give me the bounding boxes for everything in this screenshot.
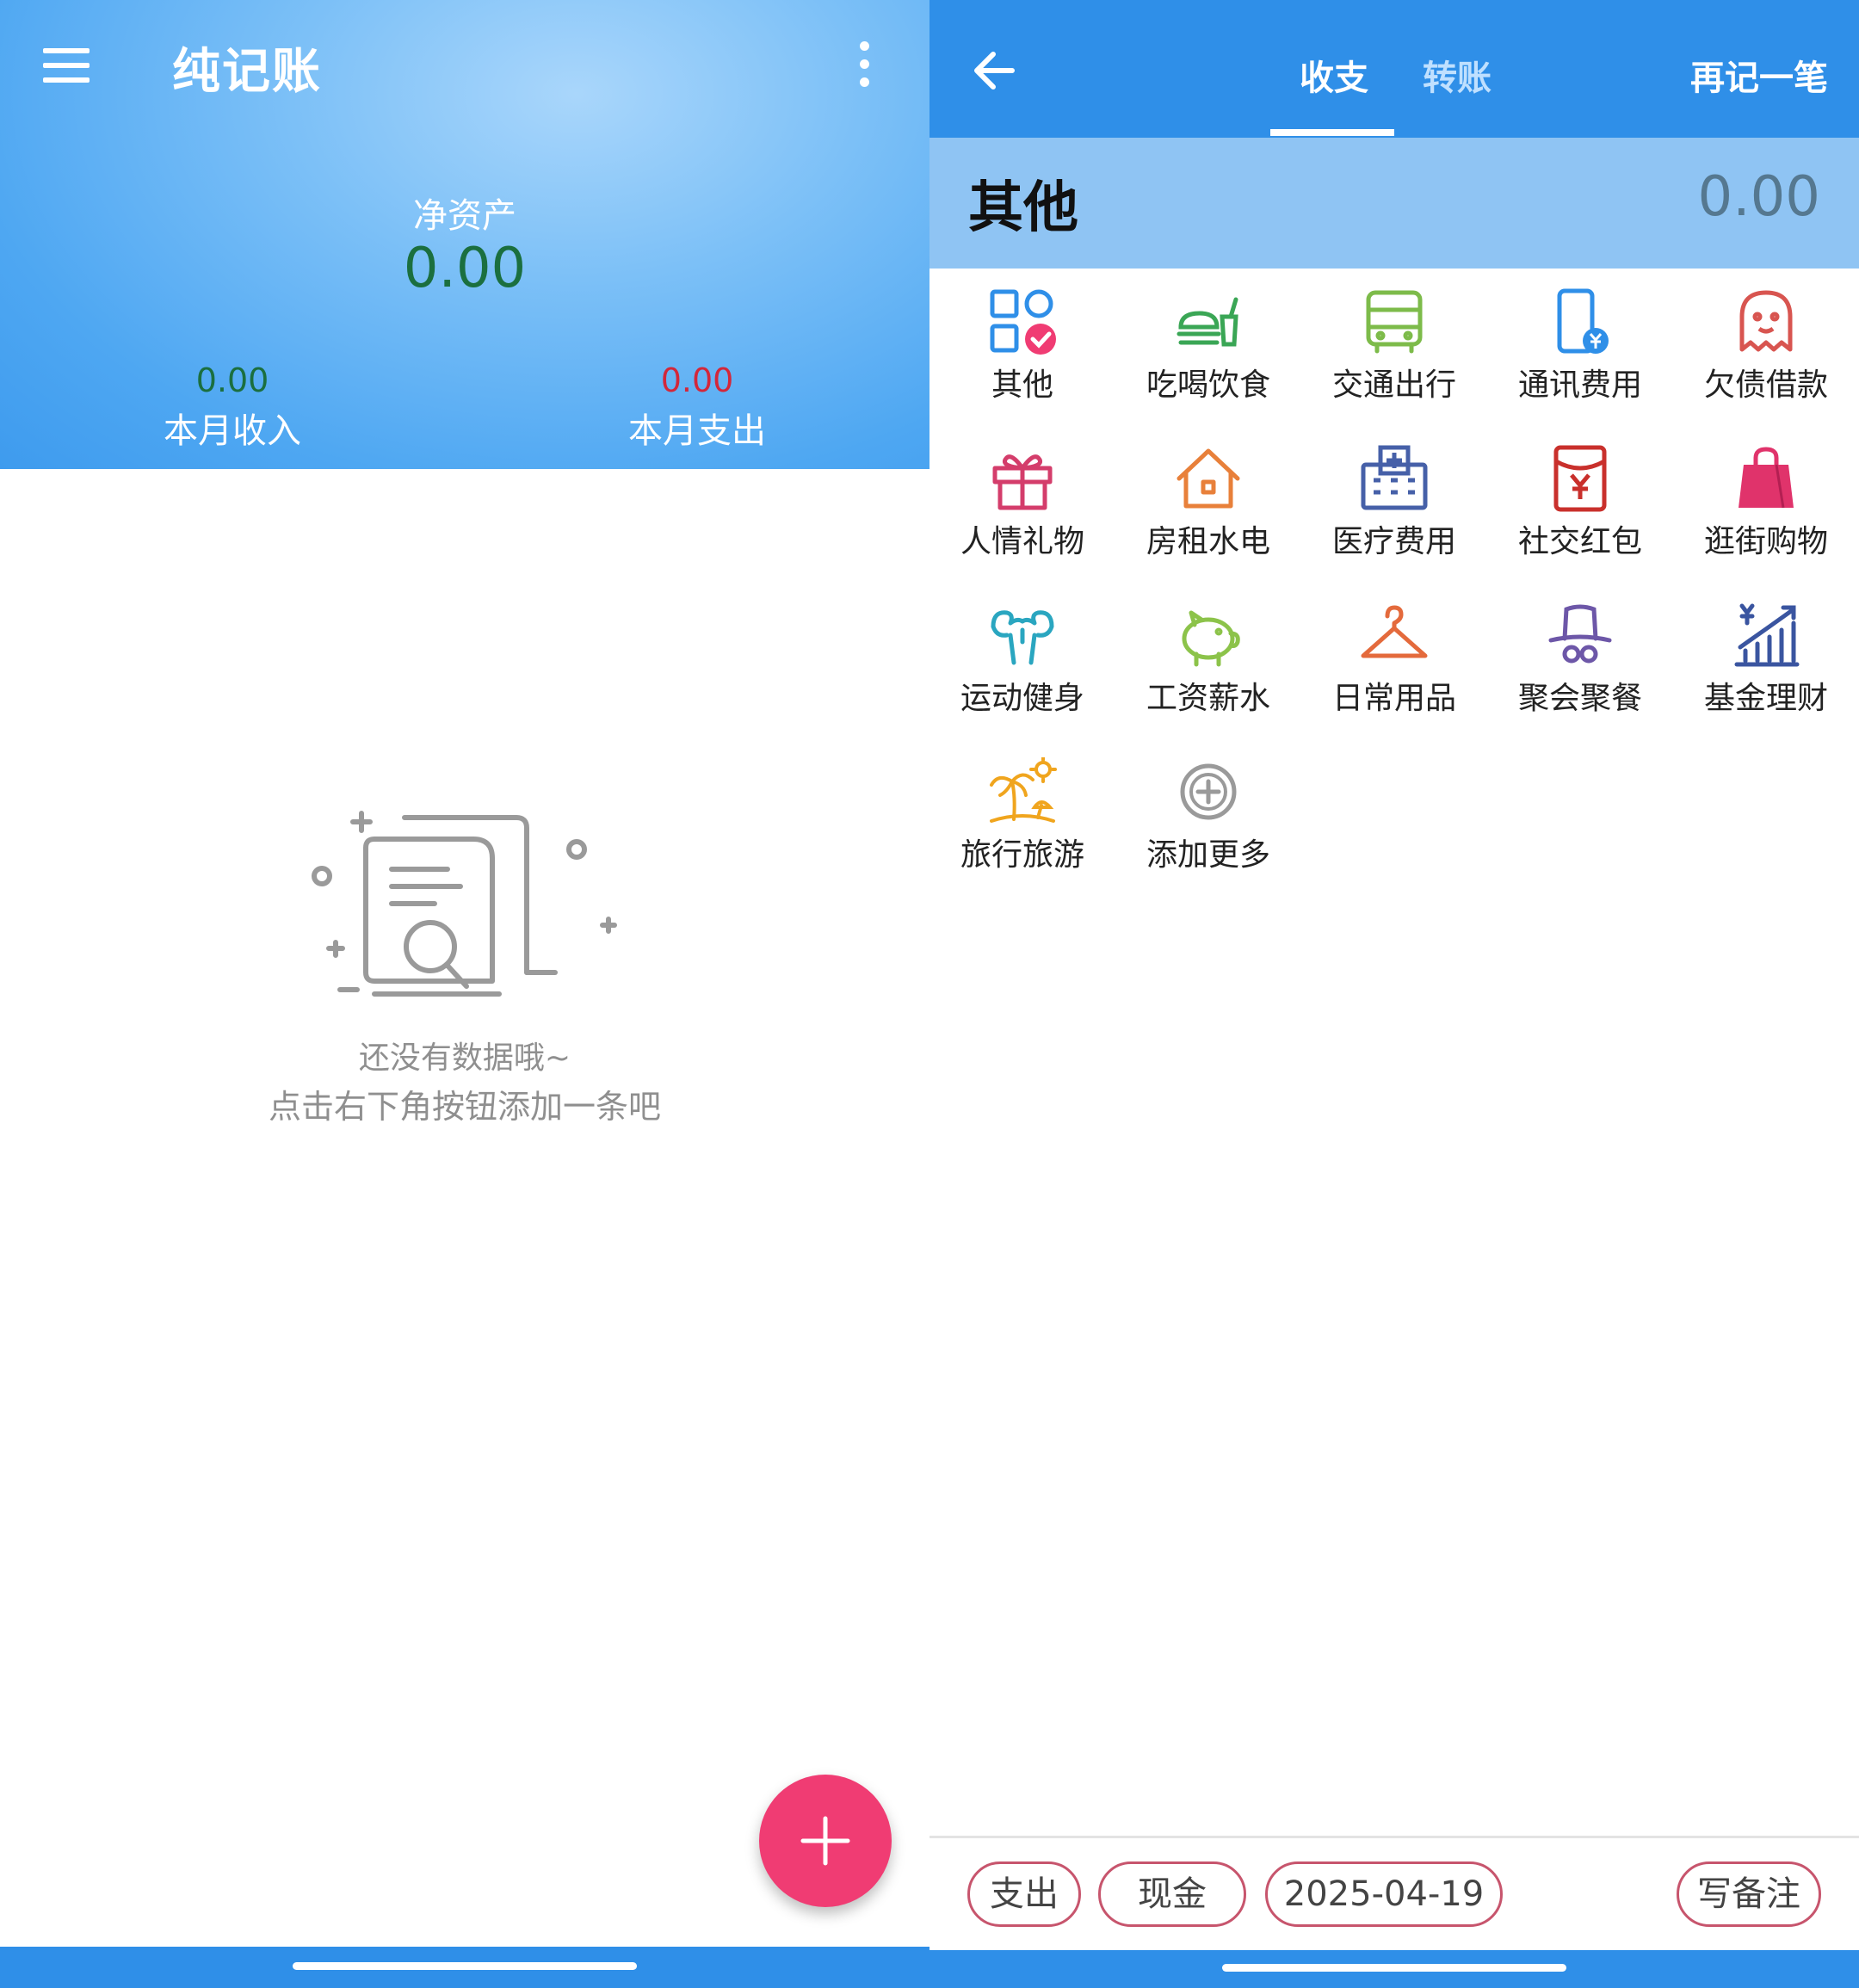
tab-income-expense[interactable]: 收支	[1300, 50, 1368, 100]
month-expense-value: 0.00	[660, 361, 734, 399]
category-item-food[interactable]: 吃喝饮食	[1115, 277, 1301, 406]
category-label: 欠债借款	[1703, 367, 1828, 403]
empty-message-hint: 点击右下角按钮添加一条吧	[268, 1088, 661, 1126]
home-indicator[interactable]	[1222, 1964, 1566, 1972]
category-label: 日常用品	[1331, 681, 1456, 716]
empty-message-title: 还没有数据哦~	[358, 1040, 571, 1076]
category-label: 基金理财	[1703, 681, 1828, 716]
selected-category-bar: 其他 0.00	[930, 138, 1859, 269]
bus-icon	[1366, 290, 1423, 354]
tab-transfer[interactable]: 转账	[1423, 50, 1492, 100]
plus-icon	[800, 1816, 850, 1866]
type-chip[interactable]: 支出	[967, 1861, 1081, 1927]
category-item-other[interactable]: 其他	[930, 277, 1115, 406]
category-item-gift[interactable]: 人情礼物	[930, 434, 1115, 563]
category-label: 运动健身	[960, 681, 1084, 716]
date-chip[interactable]: 2025-04-19	[1265, 1861, 1503, 1927]
toolbar: 纯记账	[0, 0, 930, 129]
category-label: 通讯费用	[1517, 367, 1642, 403]
category-label: 聚会聚餐	[1517, 681, 1642, 716]
category-item-debt[interactable]: 欠债借款	[1673, 277, 1859, 406]
home-indicator[interactable]	[293, 1962, 637, 1970]
category-item-red-envelope[interactable]: 社交红包	[1487, 434, 1673, 563]
category-item-transport[interactable]: 交通出行	[1301, 277, 1487, 406]
category-item-travel[interactable]: 旅行旅游	[930, 747, 1115, 876]
net-assets-value: 0.00	[403, 237, 527, 300]
record-another-button[interactable]: 再记一笔	[1690, 50, 1828, 100]
arrow-left-icon[interactable]	[971, 47, 1017, 94]
palm-beach-icon	[990, 757, 1057, 823]
hospital-icon	[1361, 445, 1428, 510]
category-label: 旅行旅游	[960, 837, 1084, 873]
month-income-value: 0.00	[195, 361, 269, 399]
category-item-add-more[interactable]: 添加更多	[1115, 747, 1301, 876]
active-tab-indicator	[1270, 129, 1394, 136]
muscle-icon	[991, 610, 1054, 665]
divider	[930, 1836, 1859, 1838]
category-label: 房租水电	[1146, 524, 1270, 559]
other-grid-check-icon	[990, 289, 1056, 355]
category-item-party[interactable]: 聚会聚餐	[1487, 590, 1673, 719]
category-label: 吃喝饮食	[1146, 367, 1270, 403]
category-label: 工资薪水	[1146, 681, 1270, 716]
category-label: 社交红包	[1517, 524, 1642, 559]
toolbar: 收支 转账 再记一笔	[930, 0, 1859, 138]
red-envelope-icon	[1553, 445, 1607, 512]
phone-yen-icon	[1557, 288, 1609, 354]
category-label: 人情礼物	[960, 524, 1084, 559]
hanger-icon	[1361, 605, 1428, 658]
empty-document-search-icon	[312, 811, 617, 997]
piggy-bank-icon	[1182, 610, 1240, 667]
category-label: 添加更多	[1146, 837, 1270, 873]
category-item-rent[interactable]: 房租水电	[1115, 434, 1301, 563]
add-circle-icon	[1180, 763, 1237, 820]
category-item-medical[interactable]: 医疗费用	[1301, 434, 1487, 563]
category-item-telecom[interactable]: 通讯费用	[1487, 277, 1673, 406]
category-item-salary[interactable]: 工资薪水	[1115, 590, 1301, 719]
system-nav-bar	[0, 1947, 930, 1988]
net-assets-label: 净资产	[413, 196, 516, 236]
shopping-bag-icon	[1739, 447, 1794, 509]
house-icon	[1177, 448, 1240, 509]
summary-header: 纯记账 净资产 0.00 0.00 本月收入 0.00 本月支出	[0, 0, 930, 469]
system-nav-bar	[930, 1950, 1859, 1988]
add-record-button[interactable]	[759, 1775, 892, 1907]
more-vertical-icon[interactable]	[854, 41, 874, 90]
category-label: 逛街购物	[1703, 524, 1828, 559]
category-label: 医疗费用	[1331, 524, 1456, 559]
hamburger-menu-icon[interactable]	[43, 48, 90, 83]
ghost-icon	[1739, 290, 1793, 352]
app-title: 纯记账	[172, 44, 322, 100]
category-item-fitness[interactable]: 运动健身	[930, 590, 1115, 719]
month-income-label: 本月收入	[164, 411, 301, 451]
note-chip[interactable]: 写备注	[1677, 1861, 1821, 1927]
category-item-daily-goods[interactable]: 日常用品	[1301, 590, 1487, 719]
account-chip[interactable]: 现金	[1098, 1861, 1246, 1927]
home-screen: 纯记账 净资产 0.00 0.00 本月收入 0.00 本月支出 还没有数据哦~…	[0, 0, 930, 1988]
category-label: 其他	[991, 367, 1053, 403]
month-expense-label: 本月支出	[628, 411, 766, 451]
selected-category-name: 其他	[968, 176, 1078, 240]
spy-hat-icon	[1548, 604, 1612, 664]
add-record-screen: 收支 转账 再记一笔 其他 0.00 其他 吃喝饮食 交通出行 通讯费用 欠债借…	[930, 0, 1859, 1988]
amount-display[interactable]: 0.00	[1698, 165, 1821, 229]
fund-chart-icon	[1734, 603, 1800, 667]
category-item-shopping[interactable]: 逛街购物	[1673, 434, 1859, 563]
category-item-fund[interactable]: 基金理财	[1673, 590, 1859, 719]
gift-icon	[992, 454, 1053, 510]
burger-drink-icon	[1177, 297, 1238, 347]
category-label: 交通出行	[1331, 367, 1456, 403]
